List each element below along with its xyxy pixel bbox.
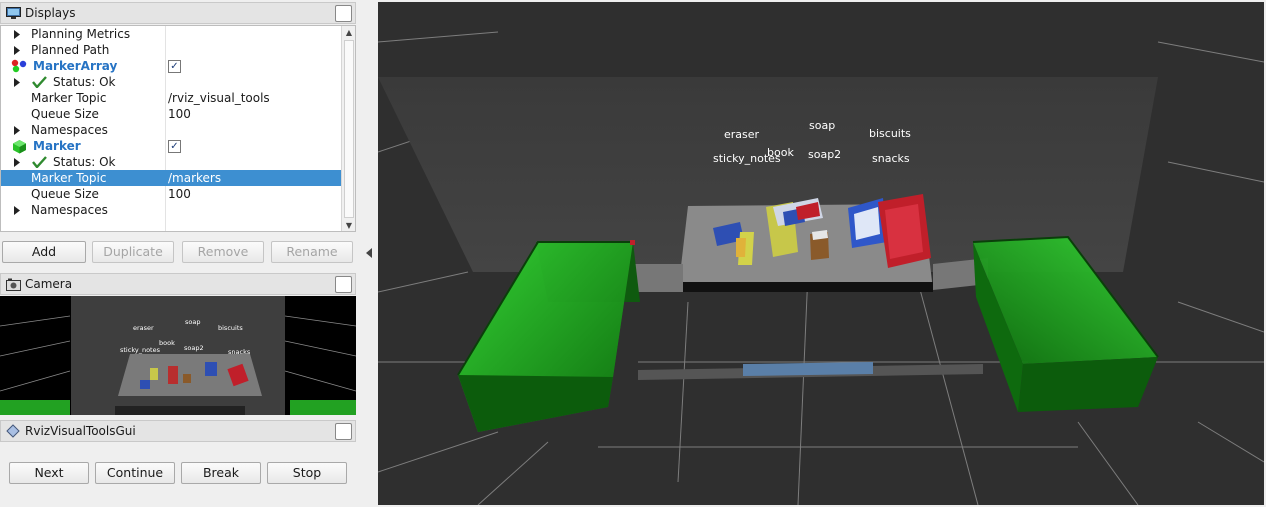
tree-row-namespaces[interactable]: Namespaces — [1, 202, 342, 218]
tree-row-queue-size[interactable]: Queue Size 100 — [1, 106, 342, 122]
camera-label-eraser: eraser — [133, 324, 154, 332]
tree-row-label: Status: Ok — [53, 75, 116, 89]
label-snacks: snacks — [872, 152, 910, 165]
camera-label-biscuits: biscuits — [218, 324, 243, 332]
marker-array-icon — [11, 59, 29, 73]
tree-row-label: Marker — [33, 139, 81, 153]
tree-row-label: Planning Metrics — [31, 27, 131, 41]
rviz-visual-tools-panel-float-button[interactable] — [335, 423, 352, 440]
add-button[interactable]: Add — [2, 241, 86, 263]
tree-row-markerarray[interactable]: MarkerArray ✓ — [1, 58, 342, 74]
expand-arrow-icon[interactable] — [13, 45, 21, 55]
tree-row-label: Queue Size — [31, 107, 99, 121]
scrollbar-thumb[interactable] — [344, 40, 354, 218]
tree-row-value[interactable]: /rviz_visual_tools — [168, 91, 270, 105]
diamond-icon — [5, 424, 21, 438]
label-soap2: soap2 — [808, 148, 841, 161]
expand-arrow-icon[interactable] — [13, 125, 21, 135]
tree-row-marker-topic[interactable]: Marker Topic /rviz_visual_tools — [1, 90, 342, 106]
rviz-visual-tools-panel-title: RvizVisualToolsGui — [25, 424, 136, 438]
markerarray-enabled-checkbox[interactable]: ✓ — [168, 59, 181, 73]
scroll-up-arrow-icon[interactable]: ▲ — [343, 27, 355, 39]
expand-arrow-icon[interactable] — [13, 77, 21, 87]
tree-row-planned-path[interactable]: Planned Path — [1, 42, 342, 58]
tree-row-queue-size[interactable]: Queue Size 100 — [1, 186, 342, 202]
next-button[interactable]: Next — [9, 462, 89, 484]
rename-button[interactable]: Rename — [271, 241, 353, 263]
scroll-down-arrow-icon[interactable]: ▼ — [343, 220, 355, 231]
left-dock: Displays Planning Metrics Planned Path M… — [0, 0, 378, 507]
camera-label-sticky-notes: sticky_notes — [120, 346, 161, 354]
expand-arrow-icon[interactable] — [13, 29, 21, 39]
tree-row-value[interactable]: /markers — [168, 171, 221, 185]
collapse-dock-arrow-icon[interactable] — [366, 248, 372, 258]
check-icon — [31, 76, 47, 88]
tree-row-marker[interactable]: Marker ✓ — [1, 138, 342, 154]
tree-row-label: MarkerArray — [33, 59, 118, 73]
expand-arrow-icon[interactable] — [13, 205, 21, 215]
camera-panel-title-bar: Camera — [0, 273, 356, 295]
displays-panel-title: Displays — [25, 6, 76, 20]
tree-row-marker-topic-selected[interactable]: Marker Topic /markers — [1, 170, 342, 186]
camera-label-snacks: snacks — [228, 348, 251, 356]
camera-icon — [5, 277, 21, 291]
tree-scrollbar[interactable]: ▲ ▼ — [341, 26, 355, 231]
continue-button[interactable]: Continue — [95, 462, 175, 484]
label-soap: soap — [809, 119, 835, 132]
camera-label-soap: soap — [185, 318, 200, 326]
stop-button[interactable]: Stop — [267, 462, 347, 484]
camera-label-soap2: soap2 — [184, 344, 204, 352]
expand-arrow-icon[interactable] — [13, 157, 21, 167]
displays-panel-float-button[interactable] — [335, 5, 352, 22]
tree-row-status-ok[interactable]: Status: Ok — [1, 154, 342, 170]
camera-view[interactable]: eraser soap biscuits sticky_notes book s… — [0, 296, 356, 415]
displays-panel-title-bar: Displays — [0, 2, 356, 24]
break-button[interactable]: Break — [181, 462, 261, 484]
tree-row-label: Status: Ok — [53, 155, 116, 169]
tree-row-label: Namespaces — [31, 203, 108, 217]
monitor-icon — [5, 6, 21, 20]
camera-panel-float-button[interactable] — [335, 276, 352, 293]
tree-row-label: Planned Path — [31, 43, 110, 57]
tree-row-label: Marker Topic — [31, 171, 107, 185]
displays-tree[interactable]: Planning Metrics Planned Path MarkerArra… — [0, 25, 356, 232]
rviz-visual-tools-panel-title-bar: RvizVisualToolsGui — [0, 420, 356, 442]
tree-row-status-ok[interactable]: Status: Ok — [1, 74, 342, 90]
duplicate-button[interactable]: Duplicate — [92, 241, 174, 263]
render-3d-view[interactable]: eraser soap biscuits sticky_notes book s… — [378, 2, 1264, 505]
label-eraser: eraser — [724, 128, 760, 141]
label-biscuits: biscuits — [869, 127, 911, 140]
label-book: book — [767, 146, 794, 159]
tree-row-label: Queue Size — [31, 187, 99, 201]
check-icon — [31, 156, 47, 168]
tree-row-value[interactable]: 100 — [168, 187, 191, 201]
cube-icon — [11, 139, 27, 153]
remove-button[interactable]: Remove — [182, 241, 264, 263]
camera-panel-title: Camera — [25, 277, 73, 291]
tree-row-value[interactable]: 100 — [168, 107, 191, 121]
tree-row-namespaces[interactable]: Namespaces — [1, 122, 342, 138]
marker-enabled-checkbox[interactable]: ✓ — [168, 139, 181, 153]
camera-label-book: book — [159, 339, 175, 347]
tree-row-label: Marker Topic — [31, 91, 107, 105]
tree-row-planning-metrics[interactable]: Planning Metrics — [1, 26, 342, 42]
tree-row-label: Namespaces — [31, 123, 108, 137]
